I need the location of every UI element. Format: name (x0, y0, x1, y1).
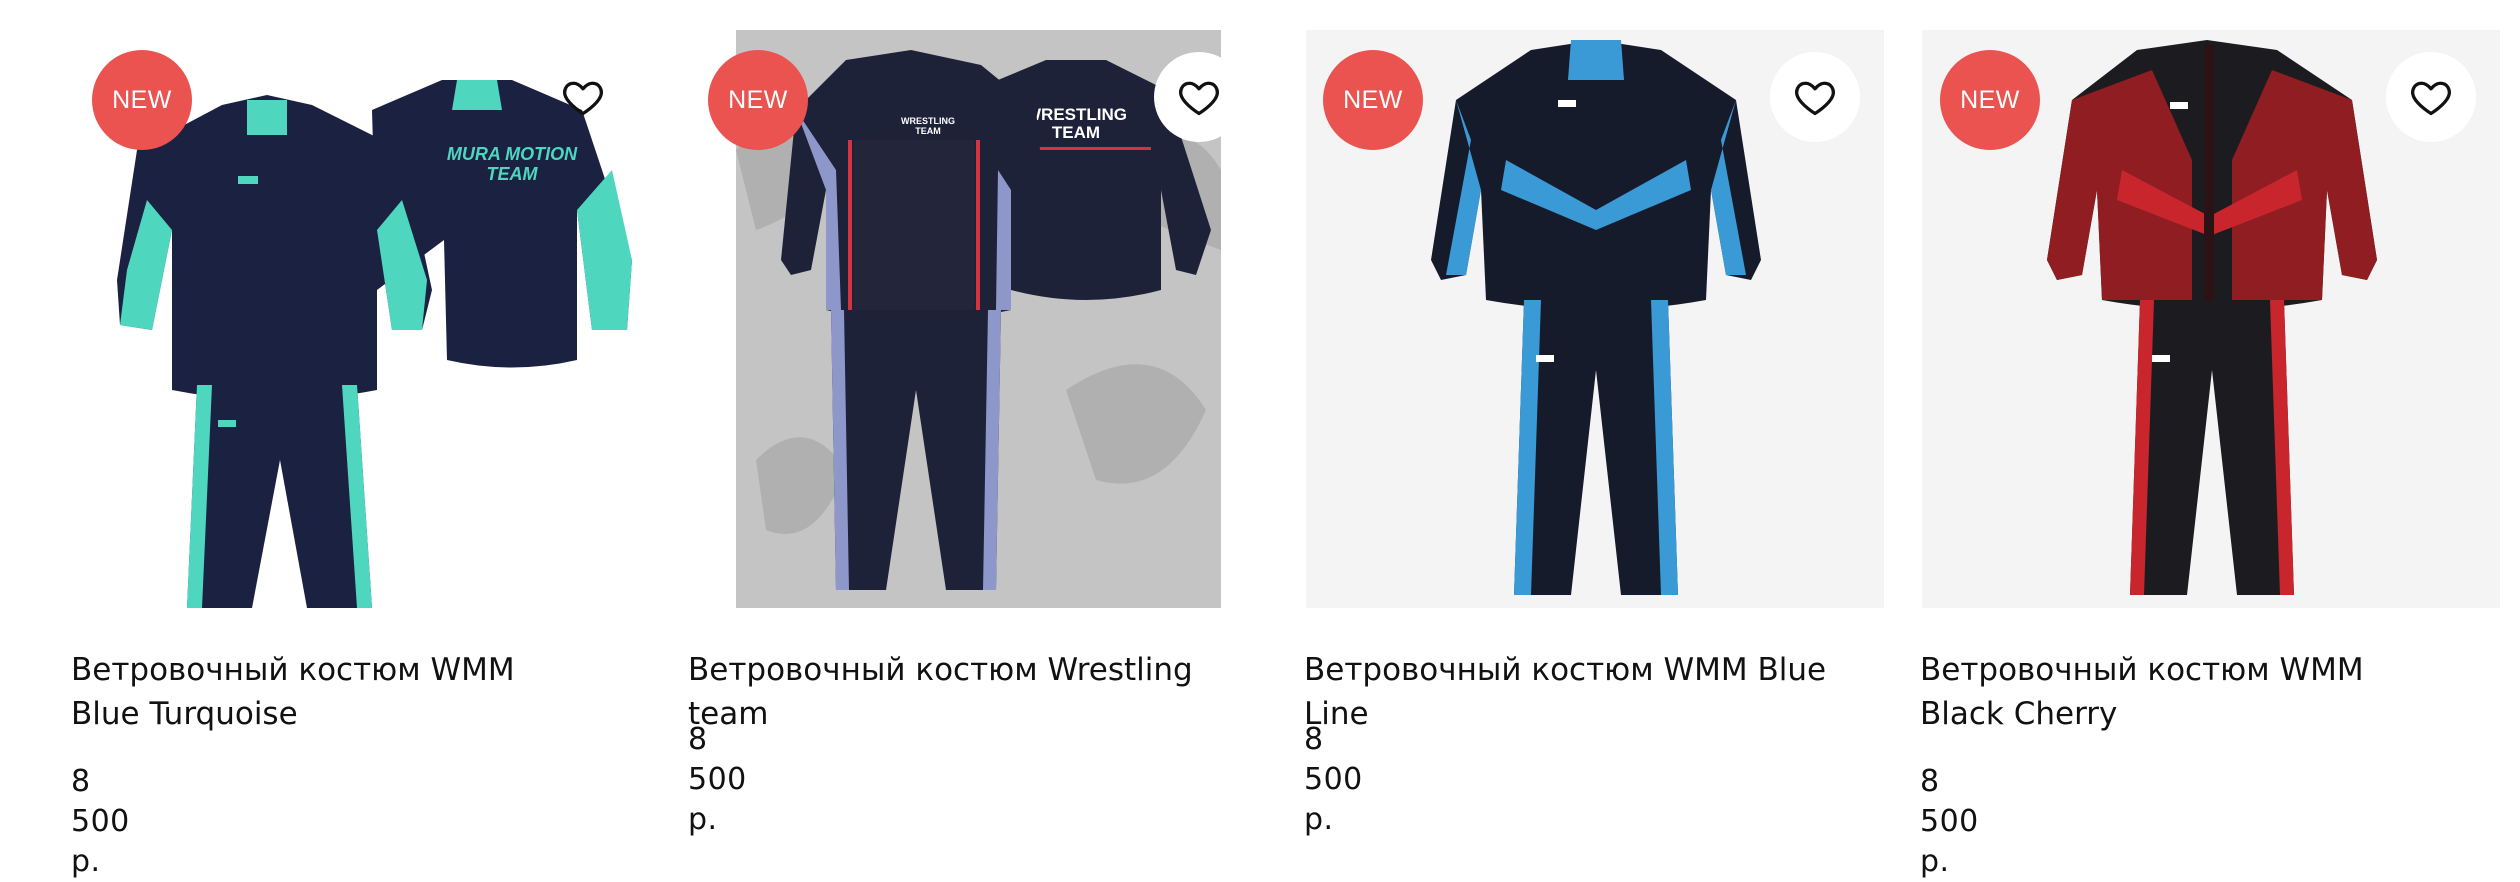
svg-text:TEAM: TEAM (487, 164, 539, 184)
product-price: 8 500 р. (1304, 722, 1363, 837)
product-title[interactable]: Ветровочный костюм Wrestling team (688, 648, 1268, 736)
product-price: 8 500 р. (1920, 764, 1979, 879)
product-title[interactable]: Ветровочный костюм WMM Blue Line (1304, 648, 1884, 736)
favorite-button[interactable] (538, 52, 628, 142)
new-badge: NEW (1323, 50, 1423, 150)
heart-outline-icon (2411, 81, 2451, 116)
product-price: 8 500 р. (71, 764, 130, 879)
product-title[interactable]: Ветровочный костюм WMM Blue Turquoise (71, 648, 591, 736)
product-price: 8 500 р. (688, 722, 747, 837)
new-badge: NEW (1940, 50, 2040, 150)
product-title[interactable]: Ветровочный костюм WMM Black Cherry (1920, 648, 2440, 736)
favorite-button[interactable] (2386, 52, 2476, 142)
svg-text:TEAM: TEAM (1052, 123, 1100, 142)
heart-outline-icon (1795, 81, 1835, 116)
product-image[interactable]: WRESTLING TEAM WRESTLING TEAM (736, 30, 1221, 608)
svg-text:MURA MOTION: MURA MOTION (447, 144, 578, 164)
heart-outline-icon (1179, 81, 1219, 116)
svg-text:TEAM: TEAM (915, 126, 941, 136)
new-badge: NEW (708, 50, 808, 150)
svg-text:WRESTLING: WRESTLING (1025, 105, 1127, 124)
favorite-button[interactable] (1154, 52, 1244, 142)
svg-text:WRESTLING: WRESTLING (901, 116, 955, 126)
new-badge: NEW (92, 50, 192, 150)
heart-outline-icon (563, 81, 603, 116)
favorite-button[interactable] (1770, 52, 1860, 142)
